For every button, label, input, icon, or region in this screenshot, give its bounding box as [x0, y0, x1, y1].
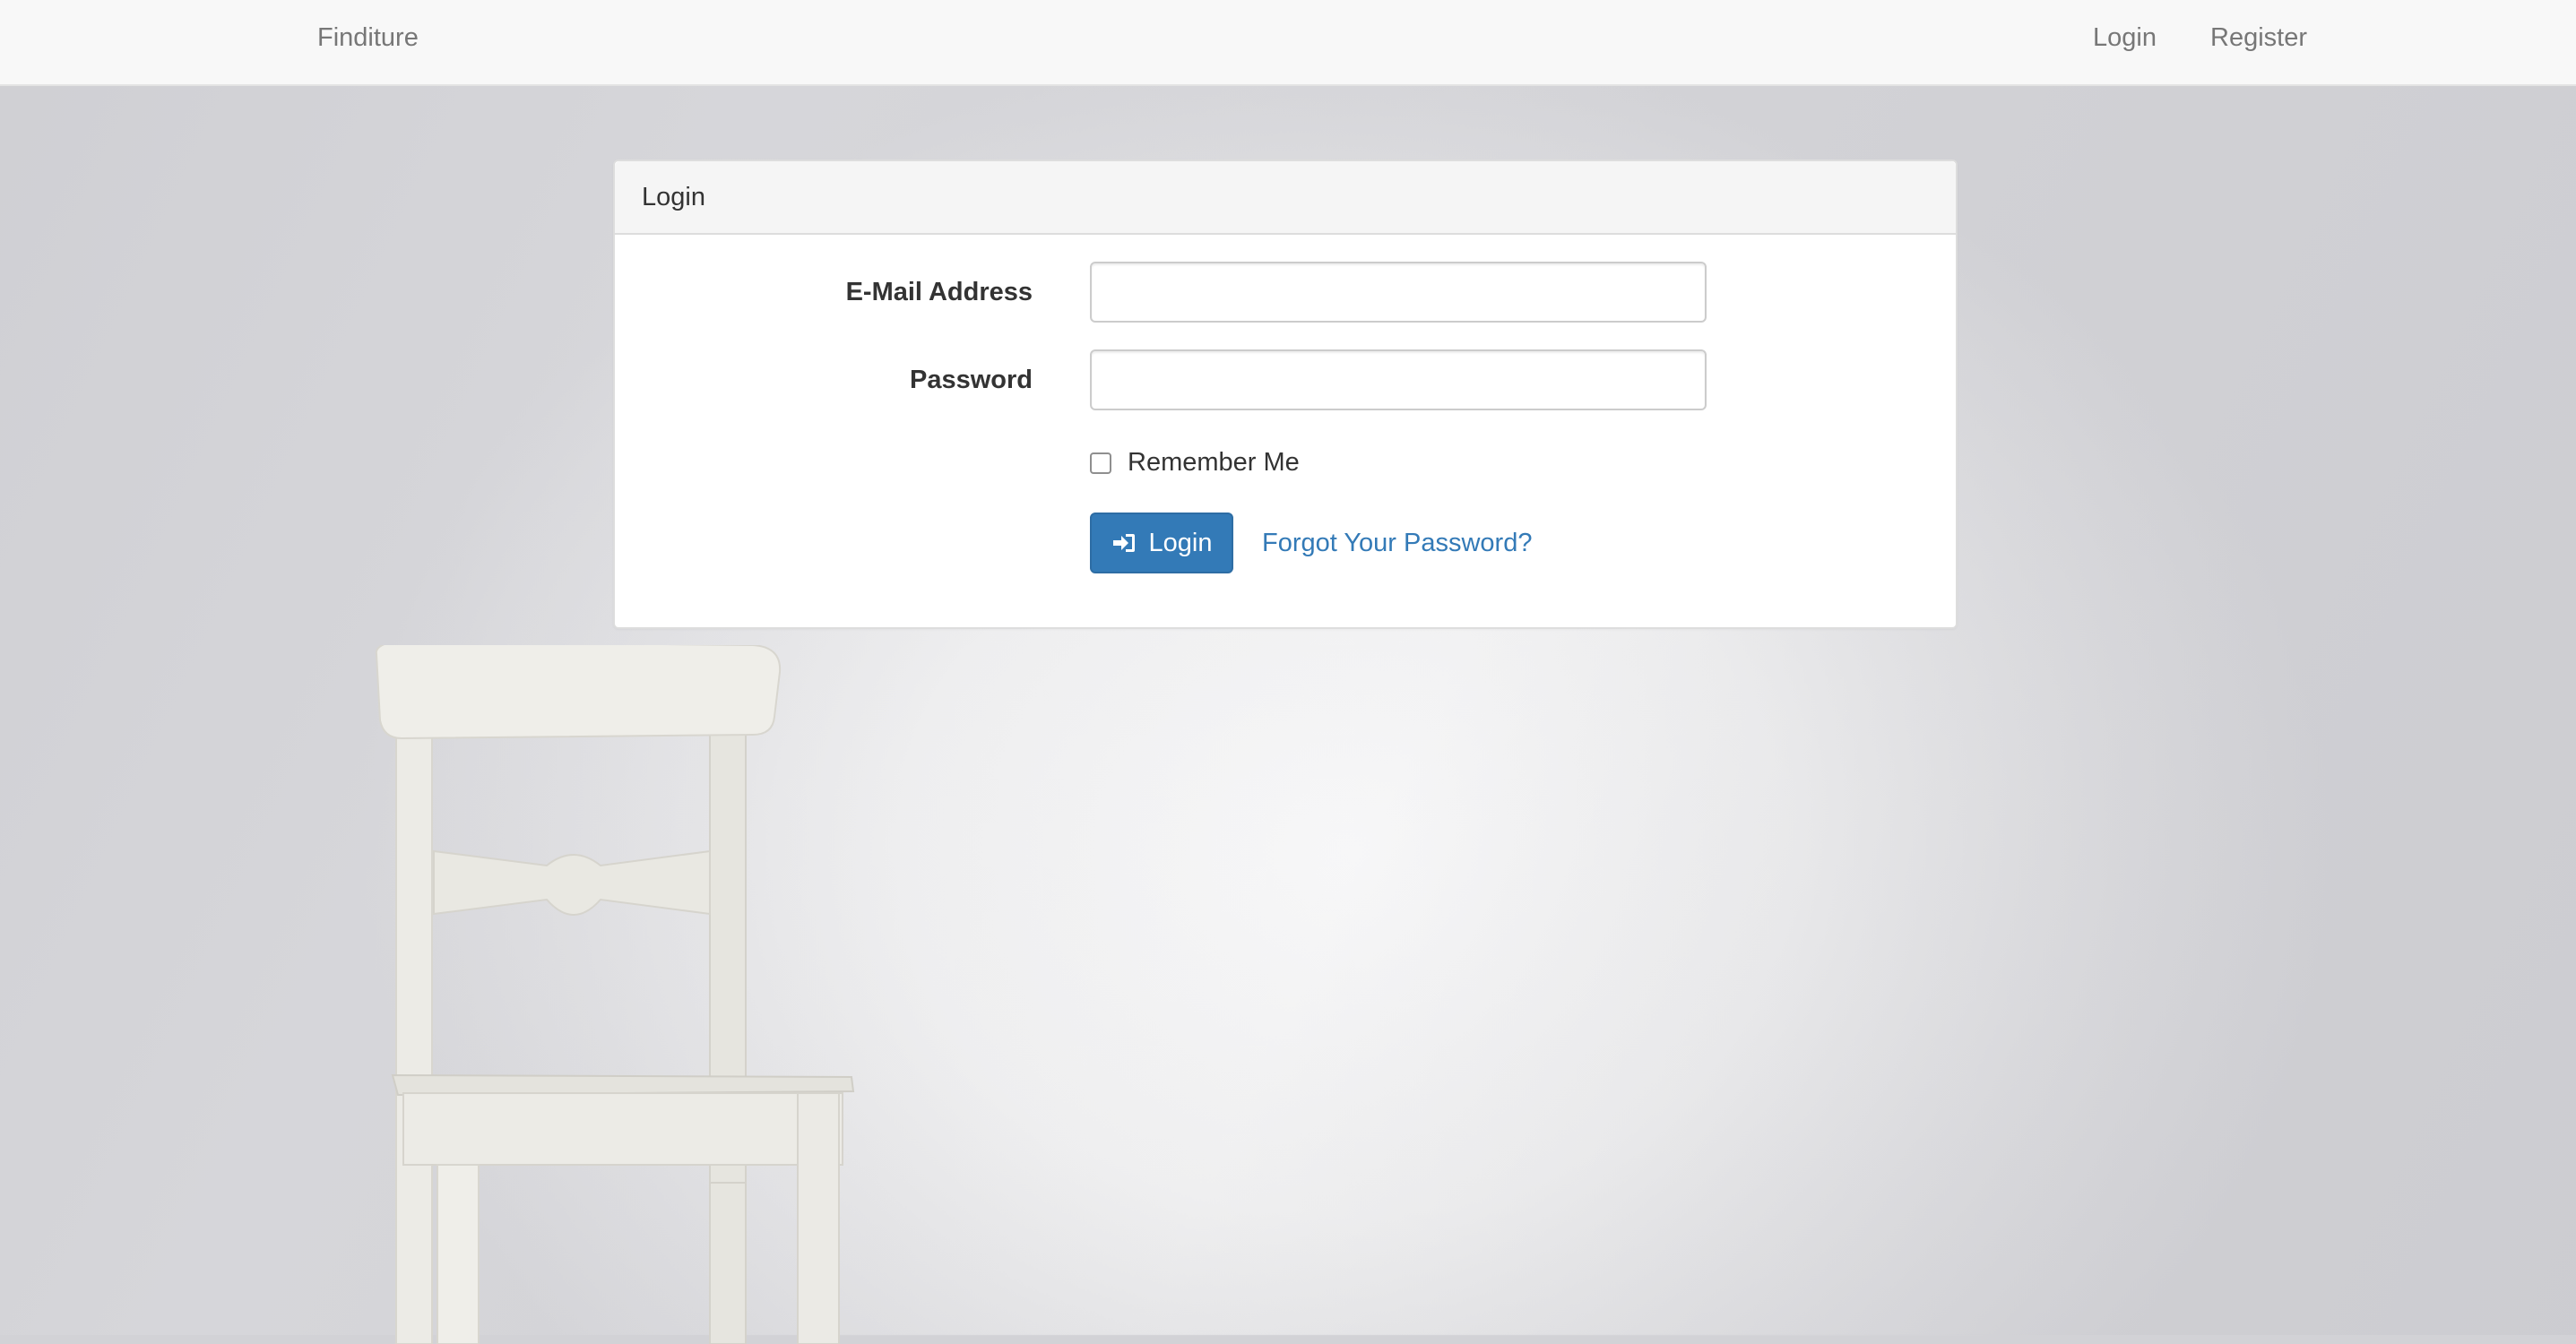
password-label: Password [910, 366, 1033, 394]
forgot-password-link[interactable]: Forgot Your Password? [1262, 529, 1532, 558]
password-input[interactable] [1090, 349, 1707, 410]
login-button-label: Login [1148, 528, 1213, 557]
remember-label[interactable]: Remember Me [1128, 448, 1300, 478]
email-row: E-Mail Address [615, 262, 1956, 323]
button-row: Login Forgot Your Password? [1090, 513, 1532, 573]
sign-in-icon [1112, 534, 1135, 552]
remember-checkbox[interactable] [1090, 452, 1111, 474]
panel-title: Login [642, 182, 705, 211]
nav-links: Login Register [2093, 23, 2307, 53]
login-panel: Login E-Mail Address Password Remember M… [613, 159, 1958, 629]
remember-row: Remember Me [1090, 448, 1300, 478]
panel-heading: Login [615, 161, 1956, 235]
password-row: Password [615, 349, 1956, 410]
login-button[interactable]: Login [1090, 513, 1233, 573]
chair-image [375, 645, 855, 1344]
nav-register-link[interactable]: Register [2210, 23, 2307, 53]
email-label: E-Mail Address [845, 278, 1033, 306]
nav-login-link[interactable]: Login [2093, 23, 2157, 53]
email-input[interactable] [1090, 262, 1707, 323]
brand-link[interactable]: Finditure [317, 23, 419, 53]
navbar: Finditure Login Register [0, 0, 2576, 86]
